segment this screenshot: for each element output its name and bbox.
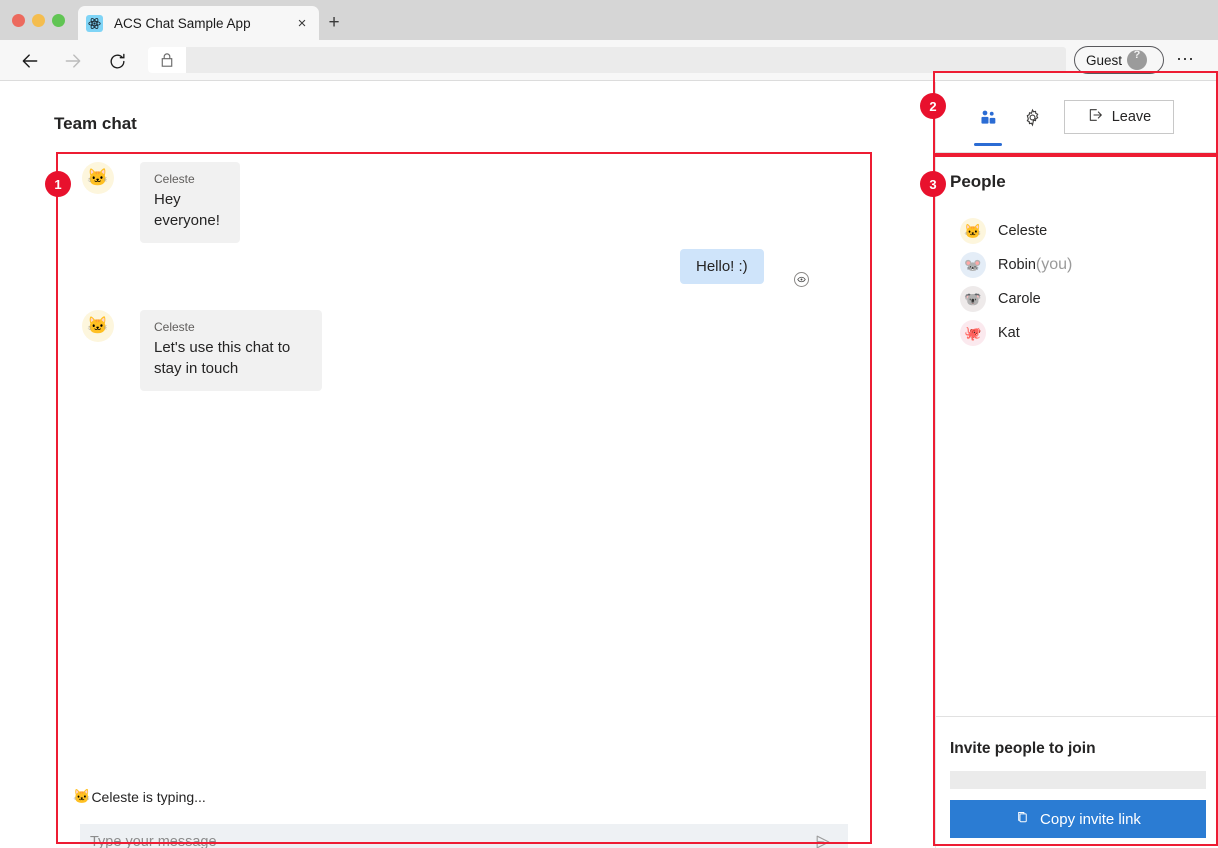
message-text-line: stay in touch [154, 360, 239, 377]
person-name: Carole [998, 291, 1041, 307]
address-bar[interactable] [148, 47, 1066, 73]
message-item: 🐱 Celeste Let's use this chat to stay in… [82, 310, 322, 391]
avatar: 🐱 [960, 218, 986, 244]
panel-header: Leave [936, 82, 1218, 153]
people-heading: People [950, 172, 1006, 191]
profile-button[interactable]: Guest [1074, 46, 1164, 74]
send-icon[interactable] [798, 824, 848, 848]
message-author: Celeste [154, 172, 195, 186]
list-item[interactable]: 🐨 Carole [960, 282, 1210, 316]
window-traffic-lights [12, 14, 65, 27]
copy-icon [1015, 810, 1030, 829]
message-text-line: Let's use this chat to [154, 339, 291, 356]
read-receipt-icon [794, 272, 809, 287]
chat-pane: 🐱 Celeste Hey everyone! Hello! :) 🐱 Cele… [56, 152, 872, 848]
copy-invite-link-button[interactable]: Copy invite link [950, 800, 1206, 838]
message-bubble-outgoing: Hello! :) [680, 249, 764, 284]
annotation-badge-1: 1 [45, 171, 71, 197]
browser-window: ACS Chat Sample App × + Guest ? ⋯ Team c… [0, 0, 1218, 848]
typing-indicator: 🐱 Celeste is typing... [73, 788, 206, 805]
typing-text: Celeste is typing... [91, 788, 206, 805]
person-name: Robin [998, 257, 1036, 273]
close-window-button[interactable] [12, 14, 25, 27]
list-item[interactable]: 🐙 Kat [960, 316, 1210, 350]
side-panel: Leave People 🐱 Celeste 🐭 Robin (you) 🐨 C [935, 82, 1218, 848]
react-logo-icon [86, 14, 103, 32]
person-name: Kat [998, 325, 1020, 341]
person-you-suffix: (you) [1035, 256, 1073, 273]
minimize-window-button[interactable] [32, 14, 45, 27]
maximize-window-button[interactable] [52, 14, 65, 27]
message-list: 🐱 Celeste Hey everyone! Hello! :) 🐱 Cele… [56, 152, 872, 712]
message-bubble-incoming: Celeste Let's use this chat to stay in t… [140, 310, 322, 391]
leave-button-label: Leave [1111, 109, 1152, 125]
sign-out-icon [1087, 107, 1103, 127]
page-title: Team chat [54, 114, 137, 133]
invite-heading: Invite people to join [950, 740, 1096, 757]
annotation-badge-3: 3 [920, 171, 946, 197]
list-item[interactable]: 🐱 Celeste [960, 214, 1210, 248]
tab-people[interactable] [966, 92, 1010, 146]
browser-tab-bar: ACS Chat Sample App × + [0, 0, 1218, 40]
invite-link-field[interactable] [950, 771, 1206, 789]
browser-more-menu-icon[interactable]: ⋯ [1176, 50, 1195, 68]
message-composer [80, 824, 848, 848]
list-item[interactable]: 🐭 Robin (you) [960, 248, 1210, 282]
avatar: 🐨 [960, 286, 986, 312]
typing-avatar-icon: 🐱 [73, 788, 91, 804]
message-text-line: everyone! [154, 212, 220, 229]
new-tab-button[interactable]: + [323, 13, 345, 35]
forward-arrow-icon [59, 47, 87, 75]
message-input[interactable] [80, 824, 798, 848]
tab-settings[interactable] [1010, 92, 1054, 142]
address-url-text[interactable] [186, 47, 1066, 73]
reload-icon[interactable] [103, 47, 131, 75]
guest-avatar-icon [1127, 50, 1148, 70]
avatar: 🐱 [82, 310, 114, 342]
browser-tab-title: ACS Chat Sample App [114, 15, 251, 31]
invite-section: Invite people to join Copy invite link [936, 716, 1218, 848]
copy-invite-link-label: Copy invite link [1040, 810, 1141, 828]
people-list: 🐱 Celeste 🐭 Robin (you) 🐨 Carole 🐙 Kat [960, 214, 1210, 350]
leave-button[interactable]: Leave [1064, 100, 1174, 134]
message-bubble-incoming: Celeste Hey everyone! [140, 162, 240, 243]
person-name: Celeste [998, 223, 1048, 239]
message-text-line: Hey [154, 191, 181, 208]
message-item: 🐱 Celeste Hey everyone! [82, 162, 240, 243]
close-tab-icon[interactable]: × [293, 15, 311, 32]
avatar: 🐭 [960, 252, 986, 278]
app-page: Team chat 🐱 Celeste Hey everyone! Hello!… [0, 82, 1218, 848]
lock-icon [148, 52, 186, 68]
annotation-badge-2: 2 [920, 93, 946, 119]
message-author: Celeste [154, 320, 195, 334]
back-arrow-icon[interactable] [16, 47, 44, 75]
profile-label: Guest [1086, 52, 1123, 68]
avatar: 🐱 [82, 162, 114, 194]
avatar: 🐙 [960, 320, 986, 346]
browser-tab[interactable]: ACS Chat Sample App × [78, 6, 319, 40]
